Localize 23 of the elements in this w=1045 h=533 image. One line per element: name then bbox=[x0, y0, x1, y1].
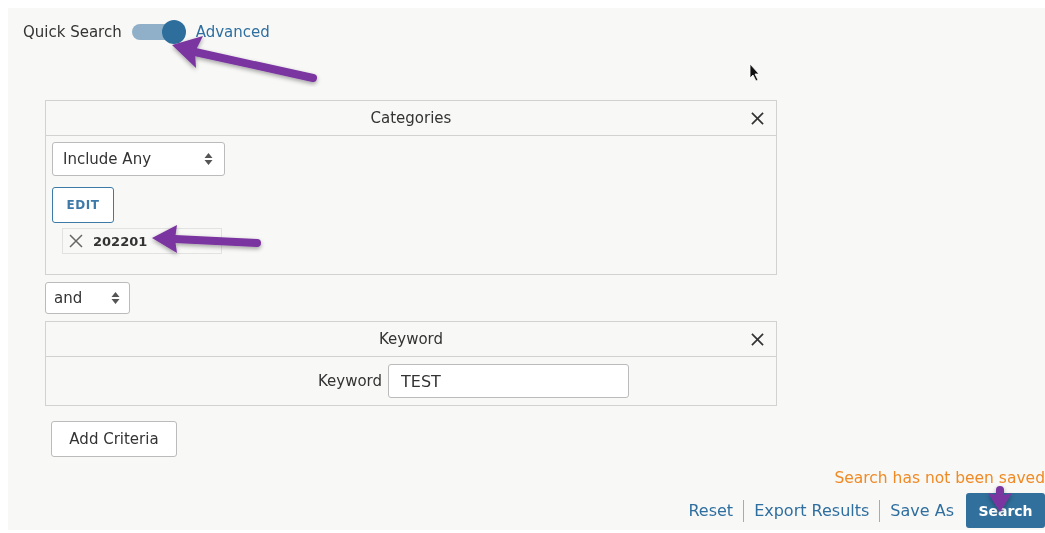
action-link[interactable]: Export Results bbox=[754, 501, 870, 520]
tag-label: 202201 bbox=[93, 233, 148, 249]
mode-select[interactable]: Include Any bbox=[52, 142, 225, 176]
add-criteria-button[interactable]: Add Criteria bbox=[51, 421, 177, 457]
edit-button[interactable]: EDIT bbox=[52, 187, 114, 223]
connector-select[interactable]: and bbox=[45, 282, 130, 314]
status-message: Search has not been saved bbox=[834, 469, 1045, 487]
keyword-field[interactable]: TEST bbox=[388, 364, 630, 398]
updown-icon bbox=[203, 152, 214, 166]
updown-icon bbox=[110, 291, 121, 305]
toggle-label: Advanced bbox=[195, 23, 270, 41]
action-link[interactable]: Reset bbox=[688, 501, 734, 520]
close-icon[interactable] bbox=[751, 333, 764, 346]
action-link[interactable]: Save As bbox=[890, 501, 954, 520]
toggle-switch[interactable] bbox=[131, 20, 186, 44]
field-label: Keyword bbox=[317, 372, 383, 390]
search-button[interactable]: Search bbox=[966, 493, 1045, 528]
toggle-label: Quick Search bbox=[23, 23, 122, 41]
panel-title: Keyword bbox=[378, 330, 444, 348]
close-icon[interactable] bbox=[751, 112, 764, 125]
panel-title: Categories bbox=[370, 109, 452, 127]
mouse-pointer-icon bbox=[749, 63, 760, 82]
remove-icon[interactable] bbox=[69, 234, 83, 248]
